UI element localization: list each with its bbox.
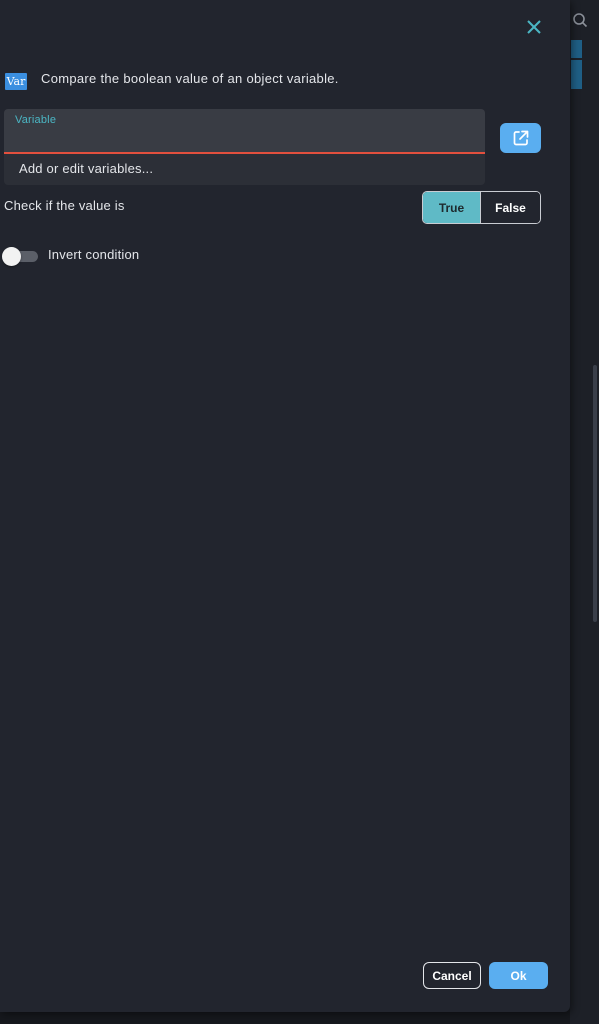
boolean-value-toggle: True False [422, 191, 541, 224]
background-scrollbar[interactable] [593, 365, 597, 622]
variable-field[interactable]: Variable [4, 109, 485, 154]
add-or-edit-variables-option[interactable]: Add or edit variables... [19, 161, 153, 176]
screen: Var Compare the boolean value of an obje… [0, 0, 599, 1024]
false-option-button[interactable]: False [480, 192, 540, 223]
variable-field-label: Variable [15, 114, 57, 126]
check-value-label: Check if the value is [4, 198, 125, 213]
invert-condition-label: Invert condition [48, 247, 140, 262]
dialog-description: Compare the boolean value of an object v… [41, 71, 339, 86]
background-list-item[interactable] [571, 40, 582, 58]
close-icon[interactable] [524, 17, 544, 37]
cancel-button[interactable]: Cancel [423, 962, 481, 989]
true-option-button[interactable]: True [423, 192, 480, 223]
variable-type-icon: Var [5, 73, 27, 90]
variable-autocomplete-dropdown: Add or edit variables... [4, 154, 485, 185]
background-list-item[interactable] [571, 60, 582, 89]
switch-thumb [2, 247, 21, 266]
variable-input[interactable] [15, 129, 470, 149]
ok-button[interactable]: Ok [489, 962, 548, 989]
open-variables-editor-button[interactable] [500, 123, 541, 153]
invert-condition-switch[interactable] [2, 247, 38, 266]
external-link-icon [513, 130, 528, 146]
condition-dialog: Var Compare the boolean value of an obje… [0, 0, 570, 1012]
search-icon[interactable] [572, 12, 588, 28]
